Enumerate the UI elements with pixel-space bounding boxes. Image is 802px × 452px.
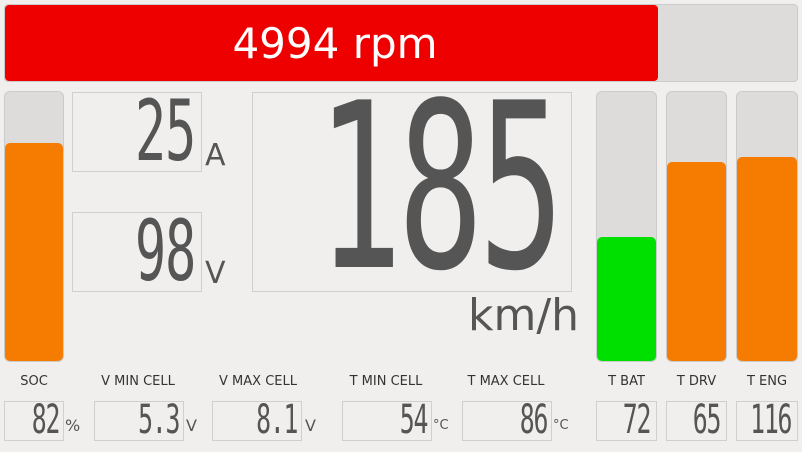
- speed-value: 185: [316, 55, 564, 322]
- t-drv-readout: 65: [666, 397, 727, 443]
- t-max-cell-readout: 86: [462, 397, 552, 443]
- t-drv-label: T DRV: [676, 374, 717, 389]
- t-bat-value: 72: [622, 397, 652, 443]
- soc-unit: %: [65, 416, 81, 435]
- v-min-cell-value: 5.3: [137, 397, 180, 443]
- soc-label: SOC: [20, 374, 48, 389]
- v-max-cell-value: 8.1: [255, 397, 298, 443]
- t-drv-bar-fill: [667, 161, 726, 361]
- current-unit: A: [205, 138, 226, 173]
- speed-unit: km/h: [468, 290, 580, 341]
- t-bat-bar: [596, 91, 657, 362]
- v-min-cell-readout: 5.3: [94, 397, 184, 443]
- soc-bar-fill: [5, 143, 63, 361]
- current-value: 25: [134, 82, 196, 180]
- t-bat-bar-fill: [597, 237, 656, 361]
- t-min-cell-unit: °C: [433, 418, 449, 433]
- v-max-cell-label: V MAX CELL: [219, 374, 297, 389]
- t-eng-bar-fill: [737, 156, 797, 361]
- t-drv-bar: [666, 91, 727, 362]
- v-max-cell-unit: V: [305, 416, 316, 435]
- t-eng-label: T ENG: [746, 374, 788, 389]
- t-min-cell-label: T MIN CELL: [349, 374, 423, 389]
- t-max-cell-label: T MAX CELL: [467, 374, 545, 389]
- t-eng-value: 116: [749, 397, 792, 443]
- voltage-unit: V: [205, 256, 226, 291]
- v-max-cell-readout: 8.1: [212, 397, 302, 443]
- t-eng-readout: 116: [736, 397, 798, 443]
- current-display: 25: [72, 82, 202, 180]
- t-eng-bar: [736, 91, 798, 362]
- soc-readout: 82: [4, 397, 64, 443]
- t-drv-value: 65: [692, 397, 722, 443]
- t-bat-label: T BAT: [608, 374, 645, 389]
- t-min-cell-readout: 54: [342, 397, 432, 443]
- soc-value: 82: [31, 397, 61, 443]
- voltage-value: 98: [134, 202, 196, 300]
- voltage-display: 98: [72, 202, 202, 300]
- speed-display: 185: [252, 74, 572, 304]
- t-max-cell-value: 86: [519, 397, 549, 443]
- t-min-cell-value: 54: [399, 397, 429, 443]
- v-min-cell-label: V MIN CELL: [101, 374, 175, 389]
- soc-bar: [4, 91, 64, 362]
- v-min-cell-unit: V: [186, 416, 197, 435]
- t-max-cell-unit: °C: [553, 418, 569, 433]
- t-bat-readout: 72: [596, 397, 657, 443]
